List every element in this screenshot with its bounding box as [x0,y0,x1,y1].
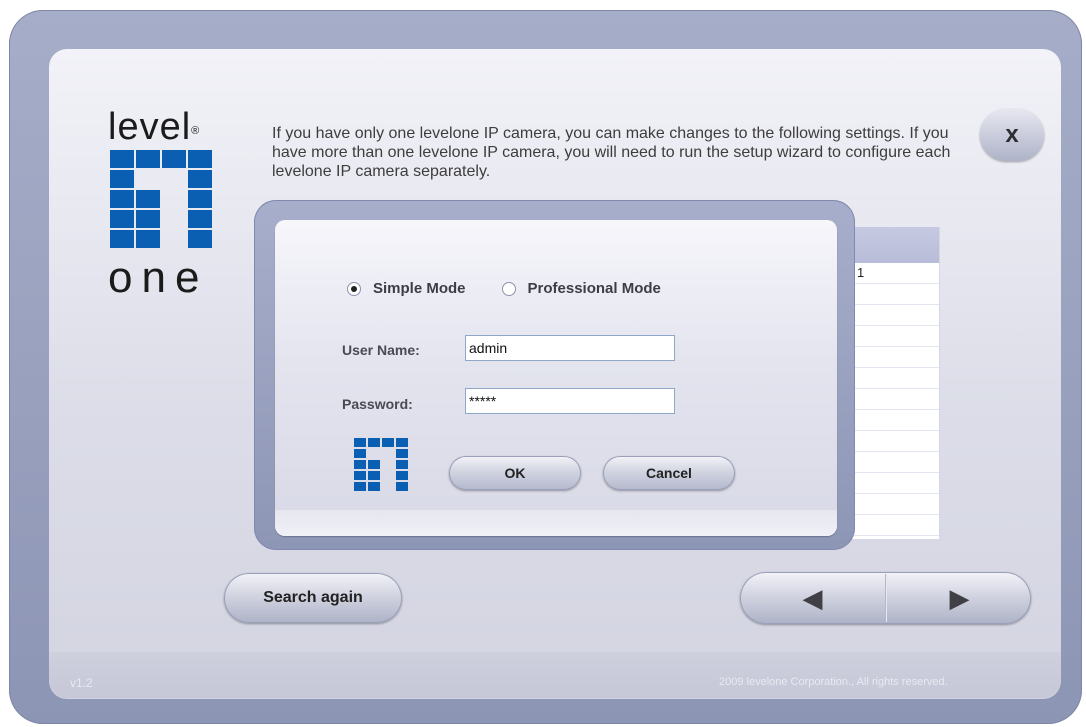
levelone-logo: level® one [108,108,233,300]
camera-list-row[interactable] [850,389,939,410]
camera-list-row[interactable] [850,431,939,452]
simple-mode-radio[interactable] [347,281,361,296]
camera-list-row[interactable] [850,368,939,389]
logo-top-text: level® [108,108,200,146]
copyright-text: 2009 levelone Corporation., All rights r… [719,676,948,688]
navigation-buttons: ◀ ▶ [740,572,1031,624]
camera-list-row[interactable] [850,494,939,515]
camera-list-row[interactable] [850,452,939,473]
camera-list-row[interactable] [850,473,939,494]
logo-grid-icon [110,150,212,248]
camera-list-header [850,227,939,263]
password-label: Password: [342,396,413,412]
camera-list-row[interactable]: 1 [850,263,939,284]
camera-list: 1 [850,227,940,539]
ok-button[interactable]: OK [449,456,581,490]
professional-mode-radio[interactable] [501,281,516,296]
search-again-button[interactable]: Search again [224,573,402,623]
registered-mark: ® [191,125,201,137]
version-label: v1.2 [70,676,93,690]
password-input[interactable]: ***** [465,388,675,414]
back-arrow-icon: ◀ [802,582,823,613]
mode-selector: Simple Mode Professional Mode [347,280,697,297]
logo-word-one: one [108,253,209,302]
simple-mode-label[interactable]: Simple Mode [373,280,466,297]
back-button[interactable]: ◀ [740,572,885,624]
info-message: If you have only one levelone IP camera,… [272,125,951,180]
footer-band [49,652,1061,698]
close-button[interactable]: x [980,109,1044,161]
logo-word-level: level [108,106,192,148]
professional-mode-label[interactable]: Professional Mode [528,280,661,297]
levelone-small-logo-icon [354,438,408,491]
camera-list-row[interactable] [850,515,939,536]
camera-list-row[interactable] [850,284,939,305]
next-arrow-icon: ▶ [949,582,970,613]
cancel-button[interactable]: Cancel [603,456,735,490]
username-label: User Name: [342,342,420,358]
dialog-footer-band [275,510,837,536]
camera-list-row[interactable] [850,305,939,326]
camera-list-row[interactable] [850,347,939,368]
camera-list-row[interactable] [850,326,939,347]
camera-list-row[interactable] [850,410,939,431]
next-button[interactable]: ▶ [887,572,1031,624]
username-input[interactable]: admin [465,335,675,361]
login-dialog: Simple Mode Professional Mode User Name:… [275,220,837,536]
